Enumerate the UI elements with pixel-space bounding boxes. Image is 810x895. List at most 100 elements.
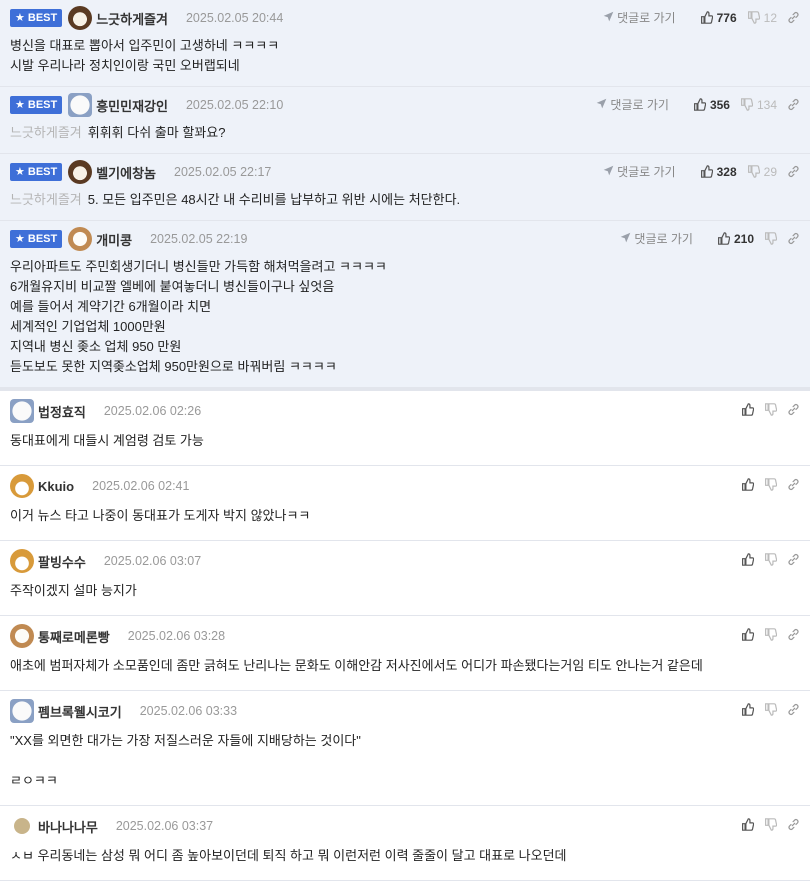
comment-text: 세계적인 기업업체 1000만원 — [10, 319, 166, 334]
best-comment: ★ BEST 느긋하게즐겨 2025.02.05 20:44 댓글로 가기 776 12 병신… — [0, 0, 810, 87]
comment-header: ★ BEST 개미콩 2025.02.05 22:19 댓글로 가기 210 — [10, 221, 800, 257]
avatar[interactable] — [68, 227, 93, 251]
avatar[interactable] — [68, 93, 93, 117]
thumbs-up-icon — [741, 553, 754, 566]
nickname[interactable]: 개미콩 — [96, 230, 132, 249]
nickname[interactable]: 벨기에창놈 — [96, 163, 156, 182]
avatar[interactable] — [10, 699, 34, 723]
nickname[interactable]: 법정효직 — [38, 402, 86, 421]
comment-date: 2025.02.06 02:26 — [103, 404, 202, 418]
upvote-button[interactable] — [741, 478, 754, 491]
downvote-button[interactable] — [764, 232, 777, 245]
thumbs-up-icon — [700, 165, 713, 178]
downvote-button[interactable] — [764, 553, 777, 566]
upvote-button[interactable] — [741, 818, 754, 831]
copy-link-button[interactable] — [787, 232, 800, 245]
comment-line: 느긋하게즐겨 5. 모든 입주민은 48시간 내 수리비를 납부하고 위반 시에는… — [10, 190, 800, 210]
upvote-button[interactable] — [741, 628, 754, 641]
nickname[interactable]: 바나나나무 — [38, 817, 98, 836]
comment-actions — [731, 478, 800, 491]
avatar[interactable] — [10, 549, 34, 573]
comment-date: 2025.02.05 22:10 — [185, 98, 284, 112]
upvote-button[interactable] — [741, 553, 754, 566]
comment-body: 주작이겠지 설마 능지가 — [10, 581, 800, 615]
comment: 바나나나무 2025.02.06 03:37 ㅅㅂ 우리동네는 삼성 뭐 어디 좀 … — [0, 806, 810, 881]
reply-mention[interactable]: 느긋하게즐겨 — [10, 192, 82, 207]
comment-actions: 댓글로 가기 328 29 — [603, 163, 800, 180]
comment-line: 6개월유지비 비교짤 엘베에 붙여놓더니 병신들이구나 싶엇음 — [10, 277, 800, 297]
comment-text: 주작이겠지 설마 능지가 — [10, 583, 137, 598]
comment-line: 우리아파트도 주민회생기더니 병신들만 가득함 해쳐먹을려고 ㅋㅋㅋㅋ — [10, 257, 800, 277]
upvote-button[interactable]: 356 — [693, 98, 730, 112]
thumbs-up-icon — [717, 232, 730, 245]
send-icon — [620, 232, 631, 246]
upvote-button[interactable] — [741, 703, 754, 716]
upvote-button[interactable]: 776 — [700, 11, 737, 25]
best-comment: ★ BEST 개미콩 2025.02.05 22:19 댓글로 가기 210 우리아파트도 … — [0, 221, 810, 388]
go-to-reply-link[interactable]: 댓글로 가기 — [603, 163, 676, 180]
avatar[interactable] — [68, 160, 93, 184]
link-icon — [787, 11, 800, 24]
best-comment: ★ BEST 벨기에창놈 2025.02.05 22:17 댓글로 가기 328 29 느긋하… — [0, 154, 810, 221]
downvote-button[interactable] — [764, 478, 777, 491]
thumbs-down-icon — [764, 703, 777, 716]
upvote-button[interactable]: 210 — [717, 232, 754, 246]
comment-header: 펨브록웰시코기 2025.02.06 03:33 — [10, 691, 800, 731]
nickname[interactable]: 팔빙수수 — [38, 552, 86, 571]
copy-link-button[interactable] — [787, 98, 800, 111]
nickname[interactable]: 느긋하게즐겨 — [96, 9, 168, 28]
copy-link-button[interactable] — [787, 478, 800, 491]
copy-link-button[interactable] — [787, 628, 800, 641]
comment-date: 2025.02.06 03:07 — [103, 554, 202, 568]
nickname[interactable]: 흥민민재강인 — [96, 96, 168, 115]
go-to-reply-link[interactable]: 댓글로 가기 — [603, 9, 676, 26]
avatar[interactable] — [10, 399, 34, 423]
comment-header: 통째로메론빵 2025.02.06 03:28 — [10, 616, 800, 656]
comment-text: 휘휘휘 다쉬 출마 할꽈요? — [87, 125, 226, 140]
thumbs-up-icon — [741, 403, 754, 416]
go-to-reply-link[interactable]: 댓글로 가기 — [596, 96, 669, 113]
comment-body: "XX를 외면한 대가는 가장 저질스러운 자들에 지배당하는 것이다" ㄹㅇㅋㅋ — [10, 731, 800, 805]
comment-text: 병신을 대표로 뽑아서 입주민이 고생하네 ㅋㅋㅋㅋ — [10, 38, 280, 53]
comment-line: "XX를 외면한 대가는 가장 저질스러운 자들에 지배당하는 것이다" — [10, 731, 800, 751]
link-icon — [787, 553, 800, 566]
copy-link-button[interactable] — [787, 553, 800, 566]
comment: 팔빙수수 2025.02.06 03:07 주작이겠지 설마 능지가 — [0, 541, 810, 616]
reply-mention[interactable]: 느긋하게즐겨 — [10, 125, 82, 140]
thumbs-down-icon — [764, 628, 777, 641]
comment-line: 동대표에게 대들시 계엄령 검토 가능 — [10, 431, 800, 451]
downvote-button[interactable]: 134 — [740, 98, 777, 112]
avatar[interactable] — [68, 6, 93, 30]
nickname[interactable]: 펨브록웰시코기 — [38, 702, 122, 721]
comment-text: 시발 우리나라 정치인이랑 국민 오버랩되네 — [10, 58, 240, 73]
best-badge: ★ BEST — [10, 230, 63, 248]
comment-text: 예를 들어서 계약기간 6개월이라 치면 — [10, 299, 212, 314]
nickname[interactable]: 통째로메론빵 — [38, 627, 110, 646]
copy-link-button[interactable] — [787, 703, 800, 716]
avatar[interactable] — [14, 818, 30, 834]
copy-link-button[interactable] — [787, 11, 800, 24]
downvote-button[interactable]: 29 — [747, 165, 777, 179]
downvote-button[interactable] — [764, 403, 777, 416]
avatar[interactable] — [10, 624, 34, 648]
link-icon — [787, 165, 800, 178]
go-to-reply-link[interactable]: 댓글로 가기 — [620, 230, 693, 247]
upvote-button[interactable]: 328 — [700, 165, 737, 179]
comment-date: 2025.02.06 02:41 — [92, 479, 190, 493]
avatar[interactable] — [10, 474, 34, 498]
downvote-button[interactable] — [764, 703, 777, 716]
downvote-button[interactable] — [764, 628, 777, 641]
downvote-button[interactable]: 12 — [747, 11, 777, 25]
comment-text: 애초에 범퍼자체가 소모품인데 좀만 긁혀도 난리나는 문화도 이해안감 저사진… — [10, 658, 703, 673]
upvote-count: 210 — [733, 231, 754, 246]
copy-link-button[interactable] — [787, 403, 800, 416]
nickname[interactable]: Kkuio — [38, 479, 74, 494]
comment-date: 2025.02.06 03:33 — [139, 704, 238, 718]
copy-link-button[interactable] — [787, 818, 800, 831]
upvote-count: 328 — [716, 164, 737, 179]
downvote-button[interactable] — [764, 818, 777, 831]
comment-actions — [731, 553, 800, 566]
copy-link-button[interactable] — [787, 165, 800, 178]
comment-line: 지역내 병신 좆소 업체 950 만원 — [10, 337, 800, 357]
upvote-button[interactable] — [741, 403, 754, 416]
